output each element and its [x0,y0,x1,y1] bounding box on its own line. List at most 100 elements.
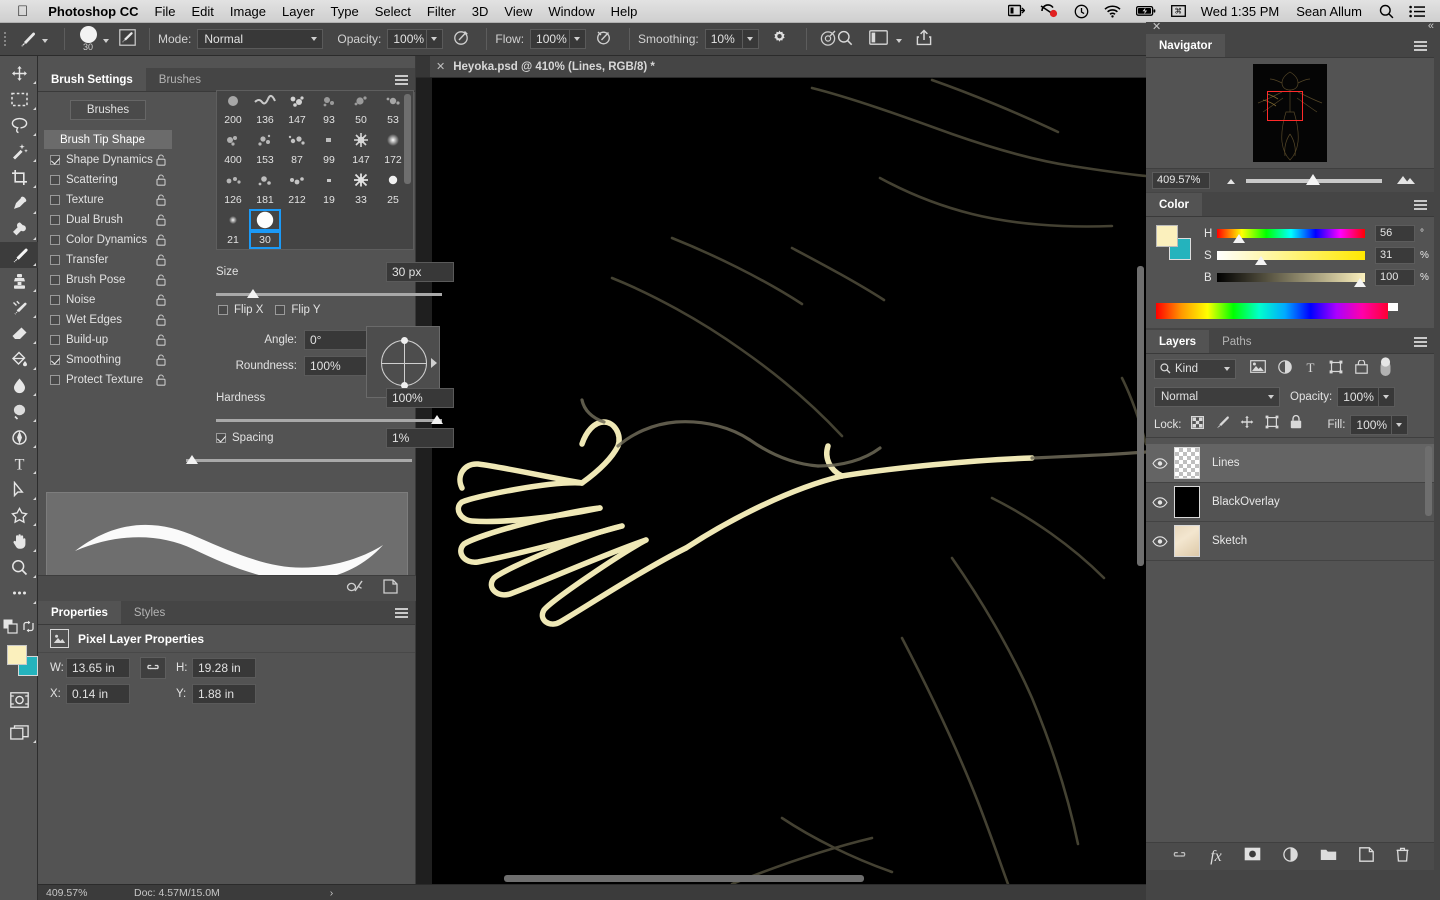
dynamic-build-up[interactable]: Build-up [44,330,172,350]
menu-type[interactable]: Type [331,4,359,19]
checkbox[interactable] [50,215,60,225]
dynamic-dual-brush[interactable]: Dual Brush [44,210,172,230]
angle-input[interactable]: 0° [304,330,370,350]
color-swatches[interactable] [0,641,38,681]
checkbox[interactable] [50,175,60,185]
slider-thumb[interactable] [1255,256,1267,265]
layer-filter-kind-select[interactable]: Kind [1154,359,1236,379]
filter-toggle-icon[interactable] [1380,356,1391,382]
brush-preset-grid[interactable]: 200 136 147 93 50 53 400 153 87 99 147 1… [216,90,414,250]
new-group-icon[interactable] [1320,848,1337,866]
navigator-thumbnail-area[interactable] [1146,58,1434,168]
checkbox[interactable] [50,275,60,285]
document-canvas[interactable] [432,78,1146,884]
lock-icon[interactable] [156,374,166,389]
fill-input[interactable]: 100% [1350,414,1393,435]
shape-tool[interactable] [0,502,38,528]
brush-preset-picker[interactable]: 30 [73,25,103,53]
dynamic-color-dynamics[interactable]: Color Dynamics [44,230,172,250]
type-tool[interactable]: T [0,450,38,476]
color-spectrum-ramp[interactable] [1156,303,1408,319]
checkbox[interactable] [50,335,60,345]
brush-thumb-selected[interactable] [249,209,281,231]
slider-thumb[interactable] [1354,278,1366,287]
layer-row-sketch[interactable]: Sketch [1146,522,1434,561]
dynamic-wet-edges[interactable]: Wet Edges [44,310,172,330]
lock-transparency-icon[interactable] [1190,415,1204,434]
record-icon[interactable] [1040,4,1059,18]
close-icon[interactable]: ✕ [436,60,445,73]
path-selection-tool[interactable] [0,476,38,502]
checkbox[interactable] [50,355,60,365]
flow-dropdown[interactable] [570,29,587,49]
panel-menu-icon[interactable] [395,75,408,87]
menubar-clock[interactable]: Wed 1:35 PM [1201,4,1280,19]
checkbox[interactable] [50,375,60,385]
lasso-tool[interactable] [0,112,38,138]
history-brush-tool[interactable] [0,294,38,320]
menu-filter[interactable]: Filter [427,4,456,19]
dynamic-brush-tip-shape[interactable]: Brush Tip Shape [44,130,172,149]
airbrush-icon[interactable] [453,29,470,49]
saturation-slider[interactable] [1217,251,1365,265]
size-input[interactable]: 30 px [386,262,454,282]
dynamic-brush-pose[interactable]: Brush Pose [44,270,172,290]
spacing-checkbox[interactable] [216,433,226,443]
scrollbar-thumb[interactable] [1137,266,1144,566]
tab-styles[interactable]: Styles [120,601,179,624]
small-mountain-icon[interactable] [1224,172,1238,190]
slider-thumb[interactable] [431,415,443,424]
layer-row-lines[interactable]: Lines [1146,444,1434,483]
canvas-vertical-scrollbar[interactable] [1137,106,1144,884]
workspace-dropdown[interactable] [895,32,902,46]
brush-thumb[interactable] [249,91,281,111]
gradient-tool[interactable] [0,346,38,372]
height-input[interactable]: 19.28 in [192,658,256,678]
dynamic-transfer[interactable]: Transfer [44,250,172,270]
lock-all-icon[interactable] [1290,414,1302,434]
fx-icon[interactable]: fx [1210,848,1222,866]
menu-layer[interactable]: Layer [282,4,315,19]
share-icon[interactable] [916,29,932,49]
document-tab[interactable]: ✕ Heyoka.psd @ 410% (Lines, RGB/8) * [430,56,1146,78]
brush-thumb[interactable] [313,91,345,111]
lock-icon[interactable] [156,234,166,249]
brush-panel-icon[interactable] [119,29,141,49]
layer-mask-icon[interactable] [1244,847,1261,866]
width-input[interactable]: 13.65 in [66,658,130,678]
menu-file[interactable]: File [155,4,176,19]
lock-icon[interactable] [156,194,166,209]
blur-tool[interactable] [0,372,38,398]
clone-stamp-tool[interactable] [0,268,38,294]
tab-navigator[interactable]: Navigator [1146,34,1226,57]
menu-select[interactable]: Select [375,4,411,19]
brush-thumb[interactable] [281,91,313,111]
large-mountain-icon[interactable] [1396,172,1416,190]
brush-thumb[interactable] [249,129,281,151]
spacing-input[interactable]: 1% [386,428,454,448]
angle-dial-pointer[interactable] [431,358,437,368]
scrollbar-thumb[interactable] [504,875,864,882]
lock-icon[interactable] [156,274,166,289]
saturation-input[interactable]: 31 [1375,247,1415,264]
lock-icon[interactable] [156,334,166,349]
menu-image[interactable]: Image [230,4,266,19]
fill-dropdown[interactable] [1392,414,1409,435]
swap-colors-icon[interactable] [20,613,37,639]
tab-brush-settings[interactable]: Brush Settings [38,68,146,91]
dynamic-shape-dynamics[interactable]: Shape Dynamics [44,150,172,170]
eyedropper-tool[interactable] [0,190,38,216]
delete-layer-icon[interactable] [1396,847,1409,867]
workspace-icon[interactable] [868,30,888,48]
collapse-icon[interactable]: « [1428,20,1434,32]
opacity-dropdown[interactable] [427,29,444,49]
foreground-color-swatch[interactable] [7,645,27,665]
panel-menu-icon[interactable] [1414,200,1427,212]
flip-y-checkbox[interactable] [275,305,286,315]
hardness-input[interactable]: 100% [386,388,454,408]
layer-thumbnail[interactable] [1174,486,1200,518]
slider-thumb[interactable] [1306,173,1320,185]
panel-menu-icon[interactable] [1414,41,1427,53]
brush-thumb[interactable] [345,169,377,191]
lock-icon[interactable] [156,294,166,309]
